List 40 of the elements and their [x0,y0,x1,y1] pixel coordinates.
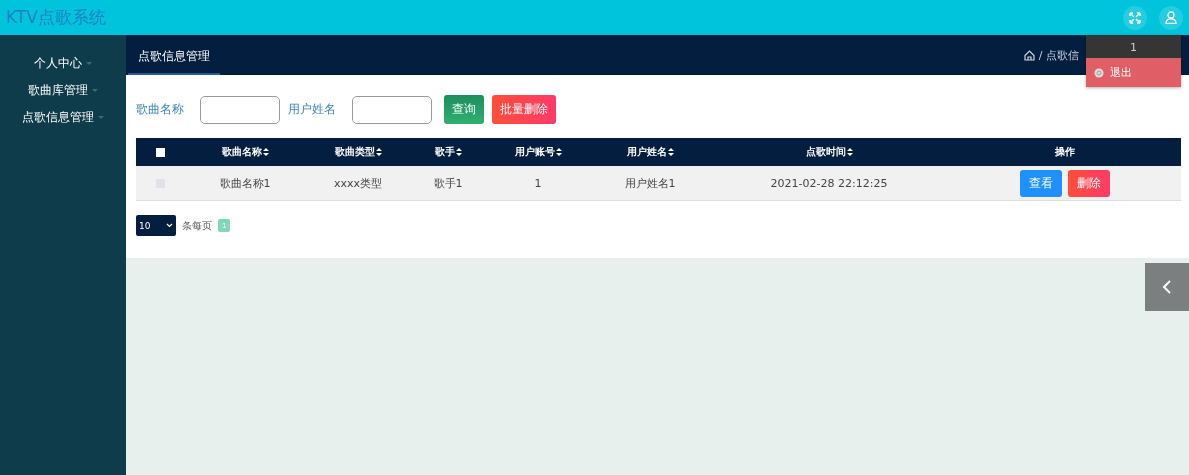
user-icon [1165,11,1177,24]
table-cell: 用户姓名1 [624,175,676,191]
input-field[interactable] [352,95,432,124]
sort-icon[interactable] [455,148,462,156]
chevron-down-icon [166,223,173,228]
page-size-label: 条每页 [182,218,212,233]
sort-icon[interactable] [375,148,382,156]
sort-icon[interactable] [846,148,853,156]
column-header[interactable]: 用户账号 [514,145,555,159]
field-label: 用户姓名 [288,101,336,118]
sidebar-item[interactable]: 点歌信息管理 [18,107,108,128]
field-label: 歌曲名称 [136,101,184,118]
logout-menu-item[interactable]: 退出 [1086,58,1181,87]
sidebar-item[interactable]: 个人中心 [30,53,96,74]
power-icon [1094,67,1104,78]
sidebar-item[interactable]: 歌曲库管理 [24,80,102,101]
column-header[interactable]: 点歌时间 [805,145,846,159]
username: 1 [1129,40,1138,56]
table-cell: 1 [534,176,542,190]
sort-icon[interactable] [555,148,562,156]
input-field[interactable] [200,95,280,124]
column-header[interactable]: 歌曲类型 [334,145,375,159]
table-cell: 歌曲名称1 [219,175,271,191]
column-header[interactable]: 歌手 [434,145,455,159]
sort-icon[interactable] [262,148,269,156]
sort-icon[interactable] [667,148,674,156]
column-header[interactable]: 操作 [1054,145,1075,159]
home-icon[interactable] [1023,49,1035,61]
page-size-select[interactable]: 10 [136,215,176,236]
select-all-checkbox[interactable] [155,147,165,157]
app-title: KTV点歌系统 [6,6,106,29]
breadcrumb[interactable]: / 点歌信 [1038,47,1079,63]
column-header[interactable]: 歌曲名称 [221,145,262,159]
chevron-left-icon [1162,279,1172,295]
table-cell: 2021-02-28 22:12:25 [770,176,888,190]
query-button[interactable]: 查询 [444,95,484,124]
column-header[interactable]: 用户姓名 [626,145,667,159]
expand-icon [1129,11,1141,24]
table-cell: 歌手1 [433,175,463,191]
table-cell: xxxx类型 [333,175,382,191]
